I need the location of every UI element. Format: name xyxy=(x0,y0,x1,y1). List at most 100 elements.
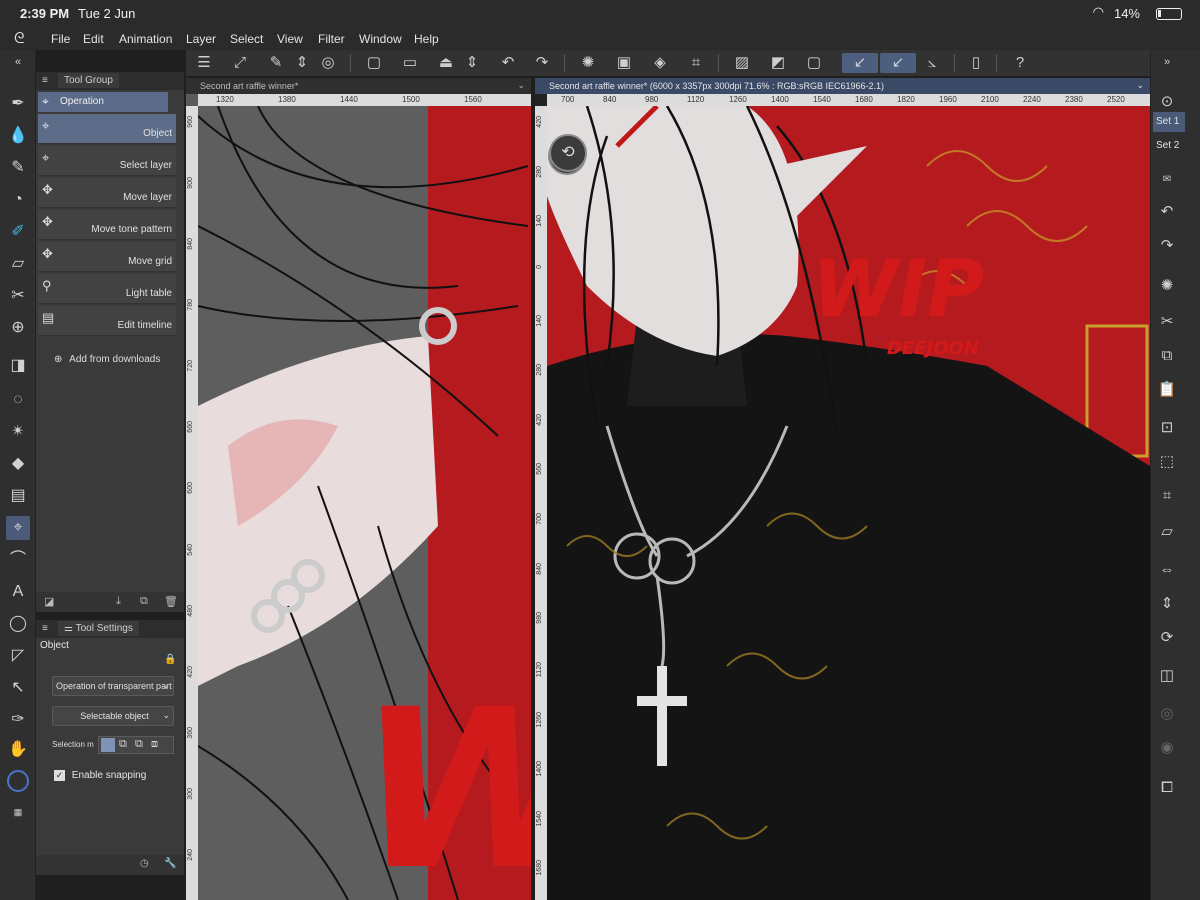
open-folder-icon[interactable]: ▭ xyxy=(400,53,420,73)
device-icon[interactable]: ▯ xyxy=(966,53,986,73)
tone-icon[interactable]: ◩ xyxy=(768,53,788,73)
color-wheel-icon[interactable]: ◎ xyxy=(318,53,338,73)
grid-snap-icon[interactable]: ⦣ xyxy=(922,53,942,73)
special-ruler-snap-icon[interactable]: ↙ xyxy=(880,53,916,73)
eraser-icon[interactable]: ▱ xyxy=(6,252,30,276)
add-from-downloads[interactable]: ⊕ Add from downloads xyxy=(54,354,160,365)
sub-tool-move-layer[interactable]: ✥ Move layer xyxy=(38,178,176,208)
color-swatch-icon[interactable] xyxy=(6,770,30,794)
new-selection-icon[interactable] xyxy=(101,738,115,752)
figure-icon[interactable]: ⌒ xyxy=(6,548,30,572)
gradient-icon[interactable]: ▤ xyxy=(6,484,30,508)
flip-horizontal-icon[interactable]: ⇔ xyxy=(1155,558,1179,582)
decoration-icon[interactable]: ✂ xyxy=(6,284,30,308)
sub-tool-move-tone-pattern[interactable]: ✥ Move tone pattern xyxy=(38,210,176,240)
brush-icon[interactable]: ✐ xyxy=(6,220,30,244)
app-logo-icon[interactable]: ᘓ xyxy=(14,30,25,47)
menu-select[interactable]: Select xyxy=(230,32,263,46)
fill-tool-icon[interactable]: ◨ xyxy=(6,354,30,378)
menu-view[interactable]: View xyxy=(277,32,303,46)
enable-snapping-row[interactable]: ✓ Enable snapping xyxy=(54,770,146,781)
menu-filter[interactable]: Filter xyxy=(318,32,345,46)
balloon-icon[interactable]: ◯ xyxy=(6,612,30,636)
sub-tool-object[interactable]: ⌖ Object xyxy=(38,114,176,144)
ruler-snap-icon[interactable]: ↙ xyxy=(842,53,878,73)
help-icon[interactable]: ? xyxy=(1010,53,1030,73)
sub-tool-edit-timeline[interactable]: ▤ Edit timeline xyxy=(38,306,176,336)
canvas-tab-left[interactable]: Second art raffle winner* ⌄ xyxy=(186,78,531,94)
menu-file[interactable]: File xyxy=(51,32,70,46)
menu-help[interactable]: Help xyxy=(414,32,439,46)
stepper-icon[interactable]: ⇕ xyxy=(292,53,312,73)
pen-nib-icon[interactable]: ✎ xyxy=(6,156,30,180)
lock-layer-icon[interactable]: ◎ xyxy=(1155,702,1179,726)
flip-vertical-icon[interactable]: ⇕ xyxy=(1155,592,1179,616)
stepper-icon-2[interactable]: ⇕ xyxy=(462,53,482,73)
lasso-icon[interactable]: ◌ xyxy=(6,388,30,412)
mesh-transform-icon[interactable]: ⌗ xyxy=(1155,484,1179,508)
clear-selection-icon[interactable]: ▣ xyxy=(614,53,634,73)
redo-side-icon[interactable]: ↷ xyxy=(1155,234,1179,258)
pen-icon[interactable]: ✒ xyxy=(6,92,30,116)
undo-icon[interactable]: ↶ xyxy=(498,53,518,73)
chevron-down-icon[interactable]: ⌄ xyxy=(517,80,525,91)
ink-drop-icon[interactable]: 💧 xyxy=(6,124,30,148)
menu-window[interactable]: Window xyxy=(359,32,402,46)
crop-icon[interactable]: ⌗ xyxy=(686,53,706,73)
selection-mode-buttons[interactable]: ⧉ ⧉ ⧈ xyxy=(98,736,174,754)
copy-icon[interactable]: ⧉ xyxy=(1155,344,1179,368)
scale-icon[interactable]: ⊡ xyxy=(1155,416,1179,440)
reference-icon[interactable]: ◉ xyxy=(1155,736,1179,760)
paint-bucket-icon[interactable]: ◆ xyxy=(6,452,30,476)
fill-icon[interactable]: ◈ xyxy=(650,53,670,73)
frame-border-icon[interactable]: ◸ xyxy=(6,644,30,668)
paste-icon[interactable]: 📋 xyxy=(1155,378,1179,402)
free-transform-icon[interactable]: ⬚ xyxy=(1155,450,1179,474)
tool-group-tab[interactable]: Tool Group xyxy=(58,73,119,88)
loading-icon[interactable]: ✺ xyxy=(578,53,598,73)
menu-layer[interactable]: Layer xyxy=(186,32,216,46)
trash-icon[interactable]: 🗑 xyxy=(164,595,178,608)
redo-icon[interactable]: ↷ xyxy=(532,53,552,73)
subtract-selection-icon[interactable]: ⧉ xyxy=(135,738,143,751)
fit-canvas-icon[interactable]: ⤢ xyxy=(230,53,250,73)
correct-line-icon[interactable]: ↖ xyxy=(6,676,30,700)
add-selection-icon[interactable]: ⧉ xyxy=(119,738,127,751)
menu-edit[interactable]: Edit xyxy=(83,32,104,46)
eyedropper-icon[interactable]: ✑ xyxy=(6,708,30,732)
set-2-tab[interactable]: Set 2 xyxy=(1153,136,1185,156)
canvas-tab-right[interactable]: Second art raffle winner* (6000 x 3357px… xyxy=(535,78,1150,94)
menu-animation[interactable]: Animation xyxy=(119,32,172,46)
transform-icon[interactable]: ✎ xyxy=(266,53,286,73)
erase-selection-icon[interactable]: ▱ xyxy=(1155,520,1179,544)
sub-tool-move-grid[interactable]: ✥ Move grid xyxy=(38,242,176,272)
screen-capture-icon[interactable]: ⧠ xyxy=(1155,776,1179,800)
chevron-down-icon[interactable]: ⌄ xyxy=(1136,80,1144,91)
lock-icon[interactable]: 🔒 xyxy=(164,654,176,665)
magic-wand-icon[interactable]: ✴ xyxy=(6,420,30,444)
undo-side-icon[interactable]: ↶ xyxy=(1155,200,1179,224)
grid-icon[interactable]: ▨ xyxy=(732,53,752,73)
new-file-icon[interactable]: ▢ xyxy=(364,53,384,73)
palette-settings-icon[interactable]: ◪ xyxy=(44,595,54,608)
rotate-icon[interactable]: ⟳ xyxy=(1155,626,1179,650)
reset-icon[interactable]: ◷ xyxy=(140,858,149,869)
transparent-icon[interactable]: ▦ xyxy=(6,800,30,824)
rotate-view-icon[interactable]: ⟲ xyxy=(549,134,587,172)
sub-tool-select-layer[interactable]: ⌖ Select layer xyxy=(38,146,176,176)
wrench-icon[interactable]: 🔧 xyxy=(164,858,176,869)
operation-tool-icon[interactable]: ⌖ xyxy=(6,516,30,540)
panel-menu-icon-2[interactable]: ≡ xyxy=(42,623,48,634)
hamburger-menu-icon[interactable]: ☰ xyxy=(194,53,214,73)
set-1-tab[interactable]: Set 1 xyxy=(1153,112,1185,132)
blend-icon[interactable]: ◔ xyxy=(6,188,30,212)
operation-header[interactable]: ⌖ Operation xyxy=(38,92,168,112)
download-icon[interactable]: ⤓ xyxy=(116,595,121,608)
loading-side-icon[interactable]: ✺ xyxy=(1155,274,1179,298)
text-tool-icon[interactable]: A xyxy=(6,580,30,604)
expand-icon[interactable]: » xyxy=(1155,50,1179,74)
cut-icon[interactable]: ✂ xyxy=(1155,310,1179,334)
sub-tool-light-table[interactable]: ⚲ Light table xyxy=(38,274,176,304)
command-search-icon[interactable]: ⊙ xyxy=(1155,90,1179,114)
new-icon[interactable]: ✉ xyxy=(1155,168,1179,192)
